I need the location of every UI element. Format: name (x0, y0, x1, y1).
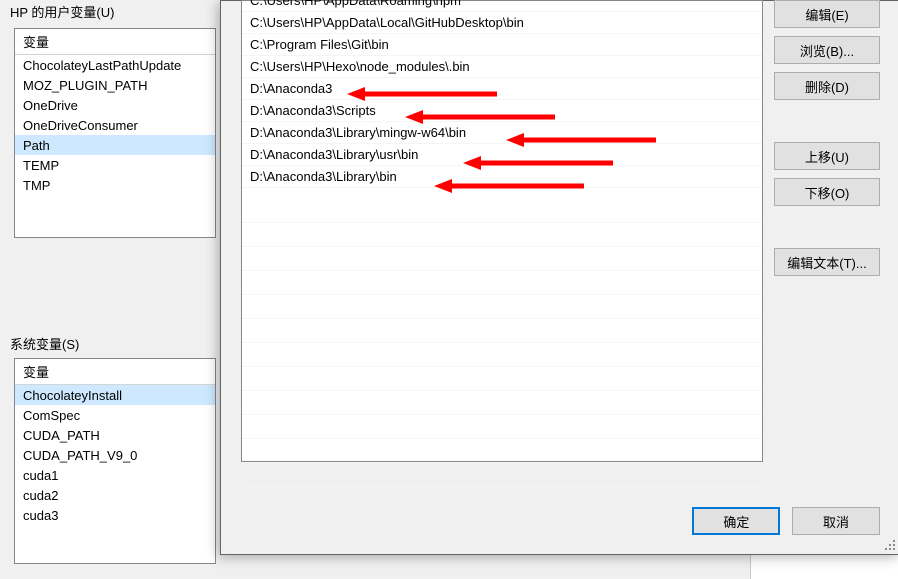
list-header: 变量 (15, 359, 215, 385)
resize-grip-icon[interactable] (883, 538, 897, 552)
path-row[interactable]: C:\Users\HP\AppData\Roaming\npm (242, 0, 762, 12)
list-item[interactable]: ChocolateyInstall (15, 385, 215, 405)
move-up-button[interactable]: 上移(U) (774, 142, 880, 170)
user-vars-label: HP 的用户变量(U) (10, 2, 114, 21)
cancel-button[interactable]: 取消 (792, 507, 880, 535)
list-item[interactable]: Path (15, 135, 215, 155)
path-row[interactable]: C:\Program Files\Git\bin (242, 34, 762, 56)
list-item[interactable]: MOZ_PLUGIN_PATH (15, 75, 215, 95)
system-vars-label: 系统变量(S) (10, 334, 79, 353)
list-item[interactable]: OneDriveConsumer (15, 115, 215, 135)
user-vars-listbox[interactable]: 变量 ChocolateyLastPathUpdateMOZ_PLUGIN_PA… (14, 28, 216, 238)
edit-button[interactable]: 编辑(E) (774, 0, 880, 28)
list-item[interactable]: cuda2 (15, 485, 215, 505)
path-row[interactable]: D:\Anaconda3\Library\mingw-w64\bin (242, 122, 762, 144)
path-row[interactable]: D:\Anaconda3\Library\bin (242, 166, 762, 188)
dialog-side-buttons: 编辑(E) 浏览(B)... 删除(D) 上移(U) 下移(O) 编辑文本(T)… (774, 0, 880, 284)
browse-button[interactable]: 浏览(B)... (774, 36, 880, 64)
path-row[interactable]: D:\Anaconda3 (242, 78, 762, 100)
path-row[interactable]: D:\Anaconda3\Scripts (242, 100, 762, 122)
path-row[interactable]: C:\Users\HP\AppData\Local\GitHubDesktop\… (242, 12, 762, 34)
path-row[interactable]: C:\Users\HP\Hexo\node_modules\.bin (242, 56, 762, 78)
delete-button[interactable]: 删除(D) (774, 72, 880, 100)
list-item[interactable]: cuda1 (15, 465, 215, 485)
edit-path-dialog: C:\Users\HP\AppData\Roaming\npmC:\Users\… (220, 0, 898, 555)
edit-text-button[interactable]: 编辑文本(T)... (774, 248, 880, 276)
list-header: 变量 (15, 29, 215, 55)
path-entries-list[interactable]: C:\Users\HP\AppData\Roaming\npmC:\Users\… (241, 0, 763, 462)
list-item[interactable]: CUDA_PATH_V9_0 (15, 445, 215, 465)
list-item[interactable]: TEMP (15, 155, 215, 175)
list-item[interactable]: TMP (15, 175, 215, 195)
dialog-bottom-buttons: 确定 取消 (684, 507, 880, 535)
ok-button[interactable]: 确定 (692, 507, 780, 535)
list-item[interactable]: CUDA_PATH (15, 425, 215, 445)
move-down-button[interactable]: 下移(O) (774, 178, 880, 206)
list-item[interactable]: ChocolateyLastPathUpdate (15, 55, 215, 75)
list-item[interactable]: OneDrive (15, 95, 215, 115)
system-vars-listbox[interactable]: 变量 ChocolateyInstallComSpecCUDA_PATHCUDA… (14, 358, 216, 564)
list-item[interactable]: cuda3 (15, 505, 215, 525)
list-item[interactable]: ComSpec (15, 405, 215, 425)
path-row[interactable]: D:\Anaconda3\Library\usr\bin (242, 144, 762, 166)
